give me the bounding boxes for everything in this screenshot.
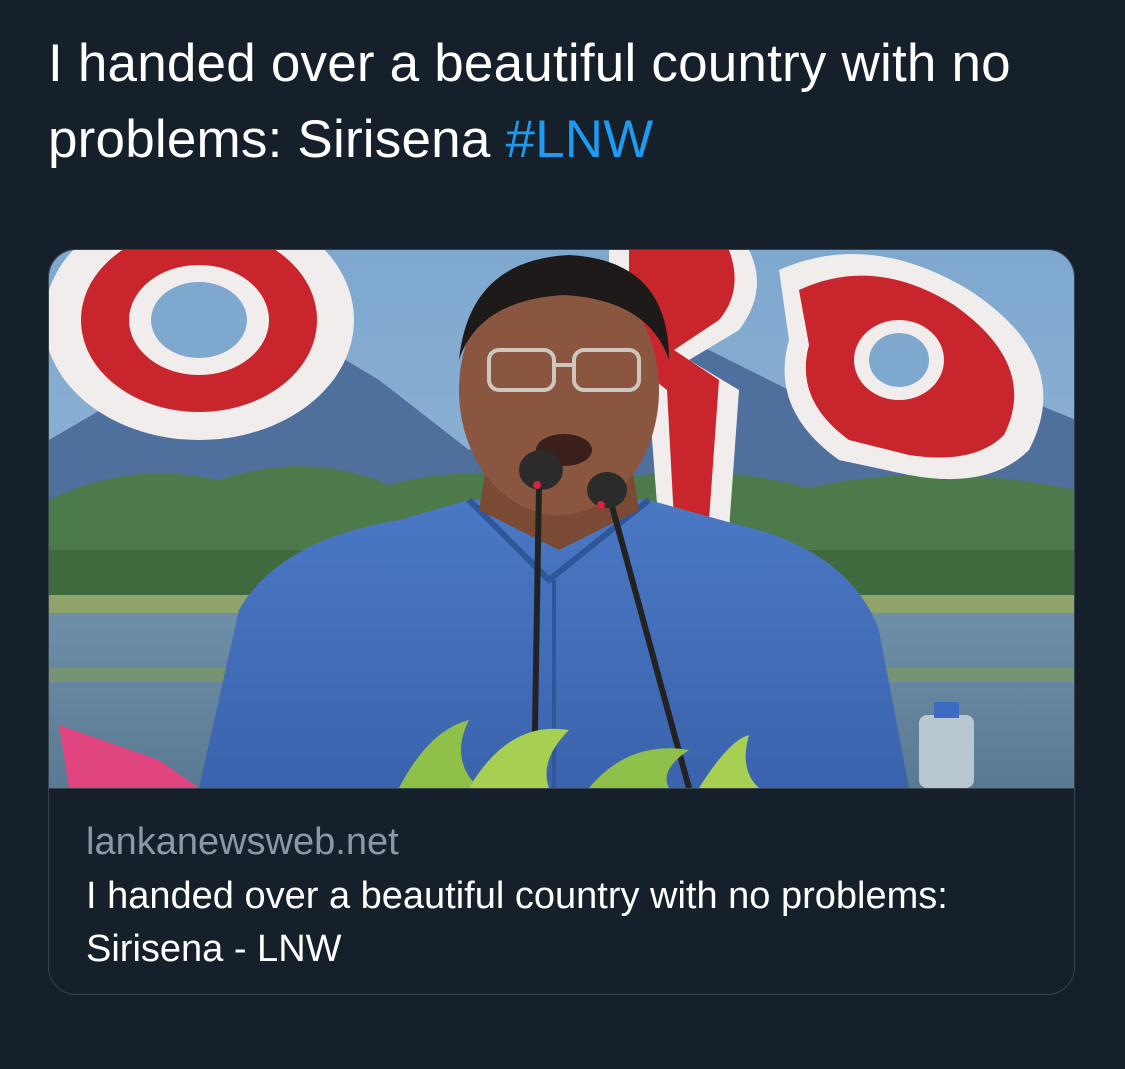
link-preview-card[interactable]: lankanewsweb.net I handed over a beautif… [48, 249, 1075, 995]
card-domain: lankanewsweb.net [86, 821, 399, 863]
card-image[interactable] [49, 250, 1075, 788]
tweet-text: I handed over a beautiful country with n… [48, 26, 1068, 178]
card-divider [49, 788, 1074, 789]
card-title: I handed over a beautiful country with n… [86, 875, 948, 970]
hashtag-link[interactable]: #LNW [505, 110, 653, 169]
